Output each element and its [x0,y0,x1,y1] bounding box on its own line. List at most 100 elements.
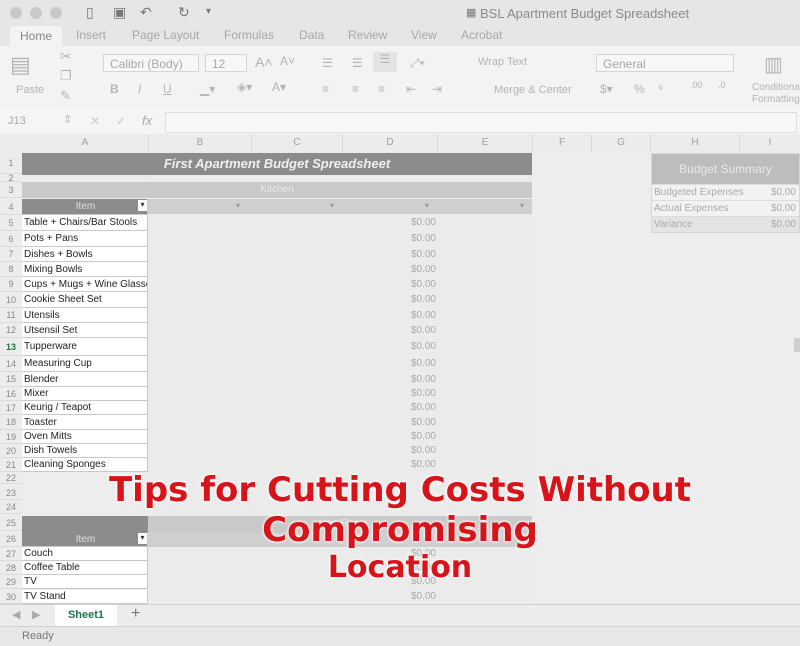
row-header[interactable]: 6 [0,231,22,247]
column-header-i[interactable]: I [740,134,800,152]
row-header[interactable]: 11 [0,308,22,323]
summary-row[interactable]: Variance $0.00 [652,216,799,232]
increase-decimal-icon[interactable]: .00 [690,80,703,90]
align-bottom-icon[interactable]: ☰ [373,52,397,72]
amount-cell[interactable]: $0.00 [360,338,436,356]
insert-function-button[interactable]: fx [142,113,152,128]
tab-page-layout[interactable]: Page Layout [132,28,199,42]
column-header-f[interactable]: F [533,134,592,152]
conditional-formatting-label[interactable]: Conditional [752,82,800,93]
percent-icon[interactable]: % [634,82,645,96]
tab-home[interactable]: Home [10,26,63,48]
column-header-c[interactable]: C [252,134,343,152]
row-header[interactable]: 19 [0,430,22,444]
orientation-icon[interactable]: ⤢▾ [410,56,425,71]
cut-icon[interactable]: ✂ [60,48,72,65]
row-header[interactable]: 1 [0,152,22,174]
row-header[interactable]: 2 [0,174,22,183]
filter-dropdown-icon[interactable]: ▾ [425,201,429,210]
decrease-decimal-icon[interactable]: .0 [718,80,726,90]
list-item[interactable]: Toaster [22,415,148,430]
amount-cell[interactable]: $0.00 [360,262,436,277]
name-box[interactable]: J13 [8,115,26,127]
increase-indent-icon[interactable]: ⇥ [432,82,442,96]
next-sheet-icon[interactable]: ▶ [32,608,40,621]
row-header[interactable]: 13 [0,338,22,356]
increase-font-icon[interactable]: A˄ [255,54,273,70]
row-header[interactable]: 16 [0,387,22,401]
conditional-formatting-icon[interactable]: ▥ [764,52,783,77]
cancel-icon[interactable]: ✕ [90,114,100,128]
close-window-button[interactable] [10,7,22,19]
decrease-font-icon[interactable]: A˅ [280,54,295,68]
filter-dropdown-icon[interactable]: ▾ [236,201,240,210]
amount-cell[interactable]: $0.00 [360,247,436,262]
fill-color-icon[interactable]: ◈▾ [237,80,252,94]
merge-center-button[interactable]: Merge & Center [494,84,572,96]
clipboard-icon[interactable]: ▤ [10,52,31,78]
row-header[interactable]: 3 [0,182,22,198]
paste-button[interactable]: Paste [16,84,44,96]
font-name-select[interactable]: Calibri (Body) [103,54,199,72]
select-all-corner[interactable] [0,134,23,152]
row-header[interactable]: 18 [0,415,22,430]
amount-cell[interactable]: $0.00 [360,415,436,430]
list-item[interactable]: Blender [22,372,148,387]
filter-dropdown-icon[interactable]: ▾ [138,200,147,211]
comma-style-icon[interactable]: ⁹ [658,82,663,96]
scroll-handle[interactable] [794,338,800,352]
list-item[interactable]: Keurig / Teapot [22,401,148,415]
redo-icon[interactable]: ↻ [178,4,190,21]
list-item[interactable]: Dishes + Bowls [22,247,148,262]
underline-button[interactable]: U [163,82,172,96]
list-item[interactable]: Measuring Cup [22,356,148,372]
tab-review[interactable]: Review [348,28,387,42]
list-item[interactable]: Dish Towels [22,444,148,458]
tab-acrobat[interactable]: Acrobat [461,28,502,42]
amount-cell[interactable]: $0.00 [360,430,436,444]
amount-cell[interactable]: $0.00 [360,277,436,292]
row-header[interactable]: 8 [0,262,22,277]
filter-dropdown-icon[interactable]: ▾ [520,201,524,210]
column-header-d[interactable]: D [343,134,438,152]
conditional-formatting-label-2[interactable]: Formatting [752,94,800,105]
column-header-g[interactable]: G [592,134,651,152]
amount-cell[interactable]: $0.00 [360,356,436,372]
list-item[interactable]: TV Stand [22,590,148,604]
tab-insert[interactable]: Insert [76,28,106,42]
customize-toolbar-icon[interactable]: ▾ [206,6,211,17]
column-header-a[interactable]: A [22,134,149,152]
font-color-icon[interactable]: A▾ [272,80,286,94]
amount-cell[interactable]: $0.00 [360,401,436,415]
amount-cell[interactable]: $0.00 [360,590,436,604]
confirm-icon[interactable]: ✓ [116,114,126,128]
tab-view[interactable]: View [411,28,437,42]
item-column-header[interactable]: Item [22,199,148,215]
row-header[interactable]: 30 [0,590,22,604]
amount-cell[interactable]: $0.00 [360,372,436,387]
previous-sheet-icon[interactable]: ◀ [12,608,20,621]
number-format-select[interactable]: General [596,54,734,72]
list-item[interactable]: Mixer [22,387,148,401]
amount-cell[interactable]: $0.00 [360,444,436,458]
row-header[interactable]: 10 [0,292,22,308]
sheet-tab-sheet1[interactable]: Sheet1 [55,605,117,628]
column-header-h[interactable]: H [651,134,740,152]
amount-cell[interactable]: $0.00 [360,231,436,247]
summary-row[interactable]: Budgeted Expenses $0.00 [652,184,799,200]
align-center-icon[interactable]: ≡ [352,82,359,96]
align-top-icon[interactable]: ☰ [322,56,333,70]
row-header[interactable]: 9 [0,277,22,292]
borders-icon[interactable]: ▁▾ [200,82,215,96]
column-header-e[interactable]: E [438,134,533,152]
list-item[interactable]: Cookie Sheet Set [22,292,148,308]
formula-input[interactable] [165,112,797,133]
sidebar-icon[interactable]: ▯ [86,4,94,21]
currency-icon[interactable]: $▾ [600,82,613,96]
name-box-stepper-icon[interactable]: ⇕ [63,113,72,126]
amount-cell[interactable]: $0.00 [360,323,436,338]
bold-button[interactable]: B [110,82,119,96]
row-header[interactable]: 12 [0,323,22,338]
align-left-icon[interactable]: ≡ [322,82,329,96]
format-painter-icon[interactable]: ✎ [60,88,71,104]
